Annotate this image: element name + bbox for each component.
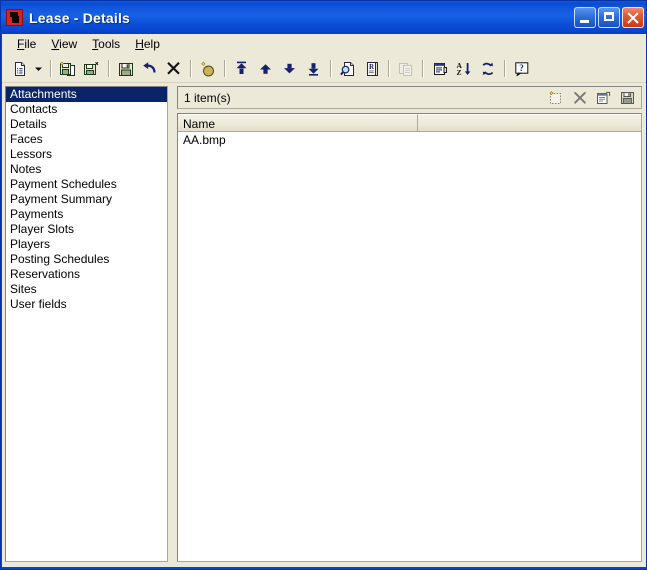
find-icon[interactable] xyxy=(336,58,359,80)
maximize-button[interactable] xyxy=(598,7,620,28)
toolbar-separator xyxy=(388,60,390,77)
save-new-icon[interactable] xyxy=(56,58,79,80)
menu-item-tools[interactable]: Tools xyxy=(85,35,128,54)
sidebar-item-faces[interactable]: Faces xyxy=(6,132,167,147)
minimize-button[interactable] xyxy=(574,7,596,28)
menu-bar: File View Tools Help xyxy=(2,34,646,55)
previous-record-icon[interactable] xyxy=(254,58,277,80)
delete-attachment-icon[interactable] xyxy=(570,89,589,106)
sidebar-item-payment-summary[interactable]: Payment Summary xyxy=(6,192,167,207)
item-count-label: 1 item(s) xyxy=(184,90,231,105)
toolbar-separator xyxy=(224,60,226,77)
new-record-dropdown-icon[interactable] xyxy=(32,58,45,80)
application-window: Lease - Details File View Tools Help R A… xyxy=(0,0,647,570)
delete-icon[interactable] xyxy=(162,58,185,80)
svg-text:?: ? xyxy=(519,63,524,73)
sidebar-item-attachments[interactable]: Attachments xyxy=(6,87,167,102)
next-record-icon[interactable] xyxy=(278,58,301,80)
first-record-icon[interactable] xyxy=(230,58,253,80)
menu-item-help[interactable]: Help xyxy=(128,35,168,54)
last-record-icon[interactable] xyxy=(302,58,325,80)
save-close-icon[interactable] xyxy=(80,58,103,80)
sort-az-icon[interactable]: A Z xyxy=(452,58,475,80)
open-attachment-icon[interactable] xyxy=(594,89,613,106)
help-icon[interactable]: ? xyxy=(510,58,533,80)
table-row[interactable]: AA.bmp xyxy=(178,132,641,147)
menu-item-view[interactable]: View xyxy=(44,35,85,54)
attachments-panel: 1 item(s) Name AA.bmp xyxy=(177,86,642,562)
panel-action-icons xyxy=(546,89,637,106)
close-button[interactable] xyxy=(622,7,644,28)
sidebar-item-posting-schedules[interactable]: Posting Schedules xyxy=(6,252,167,267)
sidebar-item-contacts[interactable]: Contacts xyxy=(6,102,167,117)
sidebar-list: Attachments Contacts Details Faces Lesso… xyxy=(6,87,167,312)
menu-item-file[interactable]: File xyxy=(10,35,44,54)
category-sidebar[interactable]: Attachments Contacts Details Faces Lesso… xyxy=(5,86,168,562)
attachments-list-view[interactable]: Name AA.bmp xyxy=(177,113,642,562)
item-count-bar: 1 item(s) xyxy=(177,86,642,109)
svg-text:Z: Z xyxy=(456,68,461,77)
sidebar-item-payments[interactable]: Payments xyxy=(6,207,167,222)
save-icon[interactable] xyxy=(114,58,137,80)
copy-icon[interactable] xyxy=(394,58,417,80)
sidebar-item-payment-schedules[interactable]: Payment Schedules xyxy=(6,177,167,192)
sidebar-item-user-fields[interactable]: User fields xyxy=(6,297,167,312)
sidebar-item-notes[interactable]: Notes xyxy=(6,162,167,177)
properties-icon[interactable] xyxy=(428,58,451,80)
new-attachment-icon[interactable] xyxy=(546,89,565,106)
toolbar: R A Z ? xyxy=(2,55,646,83)
toolbar-separator xyxy=(330,60,332,77)
column-header-blank[interactable] xyxy=(418,114,641,131)
caption-buttons xyxy=(574,7,644,28)
sidebar-item-lessors[interactable]: Lessors xyxy=(6,147,167,162)
panel-splitter[interactable] xyxy=(168,86,177,562)
lease-app-icon[interactable] xyxy=(6,9,23,26)
toolbar-separator xyxy=(190,60,192,77)
sidebar-item-reservations[interactable]: Reservations xyxy=(6,267,167,282)
client-area: File View Tools Help R A Z ? Attachments… xyxy=(2,34,646,567)
add-favorite-icon[interactable] xyxy=(196,58,219,80)
list-column-headers: Name xyxy=(178,114,641,132)
refresh-icon[interactable] xyxy=(476,58,499,80)
save-attachment-icon[interactable] xyxy=(618,89,637,106)
toolbar-separator xyxy=(108,60,110,77)
window-title: Lease - Details xyxy=(29,9,131,26)
sidebar-item-sites[interactable]: Sites xyxy=(6,282,167,297)
toolbar-separator xyxy=(422,60,424,77)
report-icon[interactable]: R xyxy=(360,58,383,80)
cell-name: AA.bmp xyxy=(183,132,226,147)
sidebar-item-details[interactable]: Details xyxy=(6,117,167,132)
title-bar[interactable]: Lease - Details xyxy=(1,1,646,34)
new-record-icon[interactable] xyxy=(8,58,31,80)
toolbar-separator xyxy=(504,60,506,77)
toolbar-separator xyxy=(50,60,52,77)
column-header-name[interactable]: Name xyxy=(178,114,418,131)
sidebar-item-player-slots[interactable]: Player Slots xyxy=(6,222,167,237)
sidebar-item-players[interactable]: Players xyxy=(6,237,167,252)
undo-icon[interactable] xyxy=(138,58,161,80)
